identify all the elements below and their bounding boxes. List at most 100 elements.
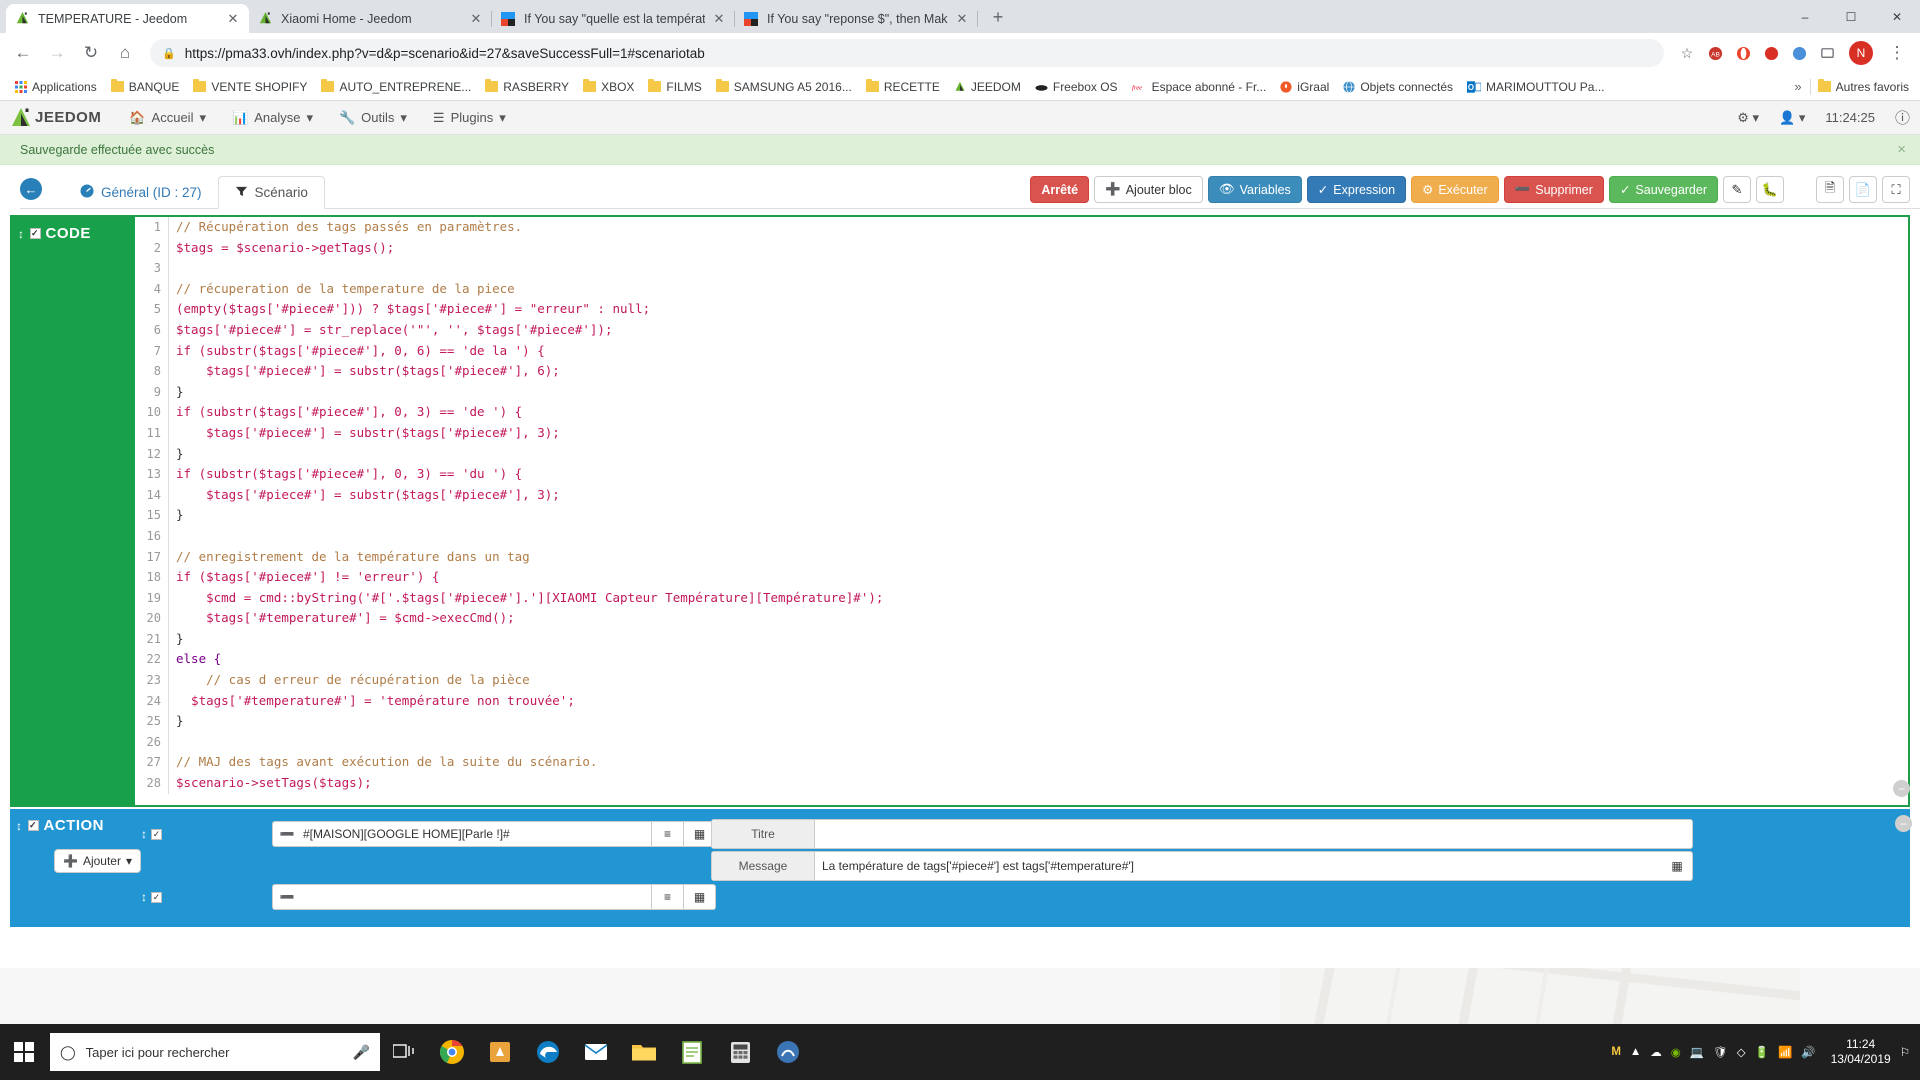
shield-icon[interactable]: 🛡: [1713, 1045, 1728, 1059]
code-block-collapse-button[interactable]: −: [1893, 780, 1910, 797]
jeedom-logo[interactable]: JEEDOM: [10, 107, 101, 129]
bookmark-films[interactable]: FILMS: [641, 76, 708, 98]
list-icon[interactable]: ≡: [651, 885, 683, 909]
bookmark-auto-entrepreneur[interactable]: AUTO_ENTREPRENE...: [314, 76, 478, 98]
save-button[interactable]: ✓ Sauvegarder: [1608, 176, 1718, 203]
bookmark-jeedom[interactable]: JEEDOM: [947, 76, 1028, 98]
nav-item-accueil[interactable]: 🏠 Accueil ▾: [129, 110, 206, 126]
minimize-button[interactable]: –: [1782, 0, 1828, 33]
close-icon[interactable]: ✕: [225, 11, 241, 27]
start-button[interactable]: [0, 1024, 48, 1080]
volume-icon[interactable]: 🔊: [1801, 1045, 1815, 1059]
nav-item-analyse[interactable]: 📊 Analyse ▾: [232, 110, 313, 126]
bookmark-banque[interactable]: BANQUE: [104, 76, 187, 98]
close-icon[interactable]: ✕: [954, 11, 970, 27]
drag-vertical-icon[interactable]: ↕: [141, 827, 147, 841]
add-action-button[interactable]: ➕ Ajouter ▾: [54, 849, 142, 873]
taskbar-clock[interactable]: 11:24 13/04/2019: [1825, 1037, 1891, 1067]
action-block-checkbox[interactable]: ✓: [27, 820, 39, 831]
copy-icon[interactable]: 📄: [1849, 176, 1877, 203]
action-command-field-1[interactable]: ➖ ≡ ▦: [272, 884, 716, 910]
browser-tab-2[interactable]: If You say "quelle est la températ ✕: [492, 4, 735, 33]
close-icon[interactable]: ✕: [468, 11, 484, 27]
search-input[interactable]: ◯ Taper ici pour rechercher 🎤: [50, 1033, 380, 1071]
nav-item-outils[interactable]: 🔧 Outils ▾: [339, 110, 407, 126]
variables-button[interactable]: 👁 Variables: [1207, 176, 1302, 203]
dropbox-icon[interactable]: ◇: [1737, 1045, 1746, 1059]
opera-icon[interactable]: [1730, 40, 1756, 66]
bookmark-igraal[interactable]: iGraal: [1273, 76, 1336, 98]
profile-avatar[interactable]: N: [1849, 41, 1873, 65]
action-row-checkbox[interactable]: ✓: [151, 828, 162, 840]
new-tab-button[interactable]: +: [984, 3, 1012, 31]
forward-icon[interactable]: →: [42, 38, 72, 68]
microphone-icon[interactable]: 🎤: [353, 1044, 370, 1061]
close-window-button[interactable]: ✕: [1874, 0, 1920, 33]
browser-tab-1[interactable]: Xiaomi Home - Jeedom ✕: [249, 4, 492, 33]
bookmark-objets-connectes[interactable]: Objets connectés: [1336, 76, 1460, 98]
flag-icon[interactable]: ⚐: [1900, 1045, 1910, 1059]
bookmark-rasberry[interactable]: RASBERRY: [478, 76, 576, 98]
bookmark-applications[interactable]: Applications: [8, 76, 104, 98]
close-icon[interactable]: ✕: [711, 11, 727, 27]
bookmark-xbox[interactable]: XBOX: [576, 76, 641, 98]
action-command-field-0[interactable]: ➖ #[MAISON][GOOGLE HOME][Parle !]# ≡ ▦: [272, 821, 716, 847]
code-editor[interactable]: 1 // Récupération des tags passés en para…: [135, 217, 1908, 805]
network-icon[interactable]: 💻: [1690, 1045, 1704, 1059]
add-block-button[interactable]: ➕ Ajouter bloc: [1094, 176, 1203, 203]
minus-circle-icon[interactable]: ➖: [273, 890, 301, 904]
home-icon[interactable]: ⌂: [110, 38, 140, 68]
drag-vertical-icon[interactable]: ↕: [141, 890, 147, 904]
bug-icon[interactable]: 🐛: [1756, 176, 1784, 203]
reload-icon[interactable]: ↻: [76, 38, 106, 68]
bookmarks-overflow-icon[interactable]: »: [1786, 79, 1809, 94]
tab-general[interactable]: Général (ID : 27): [64, 176, 218, 209]
nav-item-settings[interactable]: ⚙ ▾: [1737, 110, 1759, 126]
M-icon[interactable]: M: [1611, 1046, 1621, 1058]
drag-vertical-icon[interactable]: ↕: [16, 819, 23, 833]
taskbar-app-explorer-icon[interactable]: [620, 1024, 668, 1080]
tab-scenario[interactable]: Scénario: [217, 176, 325, 209]
browser-tab-0[interactable]: TEMPERATURE - Jeedom ✕: [6, 4, 249, 33]
browser-menu-icon[interactable]: ⋮: [1882, 38, 1912, 68]
close-icon[interactable]: ×: [1897, 141, 1906, 158]
maximize-button[interactable]: ☐: [1828, 0, 1874, 33]
wifi-icon[interactable]: 📶: [1778, 1045, 1792, 1059]
help-circle-icon[interactable]: ⓘ: [1895, 107, 1910, 128]
minus-circle-icon[interactable]: ➖: [273, 827, 301, 841]
taskbar-app-edge-icon[interactable]: [524, 1024, 572, 1080]
taskbar-app-store-icon[interactable]: [476, 1024, 524, 1080]
bookmark-recette[interactable]: RECETTE: [859, 76, 947, 98]
action-row-checkbox[interactable]: ✓: [151, 891, 162, 903]
back-icon[interactable]: ←: [8, 38, 38, 68]
expression-button[interactable]: ✓ Expression: [1306, 176, 1407, 203]
cast-icon[interactable]: [1814, 40, 1840, 66]
option-input-message[interactable]: La température de tags['#piece#'] est ta…: [815, 852, 1662, 880]
nav-item-plugins[interactable]: ☰ Plugins ▾: [433, 110, 506, 126]
ext-icon[interactable]: [1758, 40, 1784, 66]
list-icon[interactable]: ≡: [651, 822, 683, 846]
delete-button[interactable]: ➖ Supprimer: [1503, 176, 1604, 203]
bookmark-espace-abonne[interactable]: free Espace abonné - Fr...: [1125, 76, 1274, 98]
grid-icon[interactable]: ▦: [683, 885, 715, 909]
nvidia-icon[interactable]: ◉: [1671, 1045, 1681, 1059]
log-icon[interactable]: 🗎: [1816, 176, 1844, 203]
drag-vertical-icon[interactable]: ↕: [18, 227, 25, 241]
shield-icon[interactable]: [1786, 40, 1812, 66]
code-block-checkbox[interactable]: ✓: [29, 228, 41, 239]
nav-item-user[interactable]: 👤 ▾: [1779, 110, 1805, 126]
abp-icon[interactable]: AB: [1702, 40, 1728, 66]
cloud-icon[interactable]: ☁: [1650, 1045, 1662, 1059]
taskbar-app-calc-icon[interactable]: [716, 1024, 764, 1080]
taskbar-app-chrome-icon[interactable]: [428, 1024, 476, 1080]
bookmark-marimouttou[interactable]: O MARIMOUTTOU Pa...: [1460, 76, 1611, 98]
star-icon[interactable]: ☆: [1674, 40, 1700, 66]
action-block-collapse-button[interactable]: −: [1895, 815, 1912, 832]
expand-icon[interactable]: ⛶: [1882, 176, 1910, 203]
bookmark-freebox[interactable]: Freebox OS: [1028, 76, 1125, 98]
grid-icon[interactable]: ▦: [1662, 852, 1692, 880]
task-view-icon[interactable]: [380, 1024, 428, 1080]
option-input-titre[interactable]: [815, 820, 1692, 848]
back-arrow-icon[interactable]: ←: [20, 178, 42, 200]
taskbar-app-icon[interactable]: [764, 1024, 812, 1080]
